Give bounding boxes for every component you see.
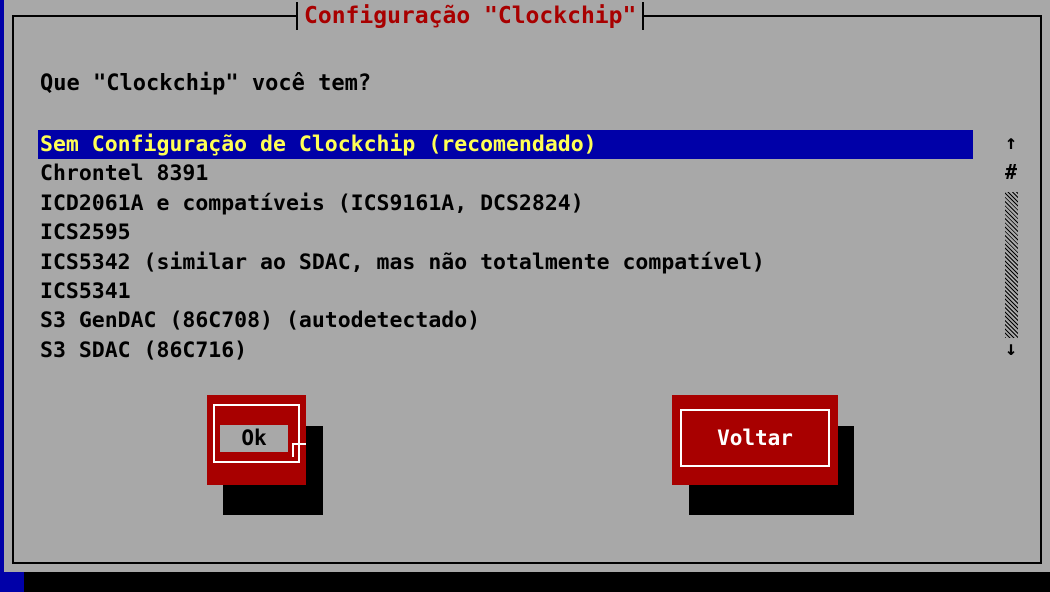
back-button[interactable]: Voltar	[672, 395, 838, 485]
scroll-down-arrow-icon[interactable]: ↓	[1002, 336, 1020, 360]
list-item-sem-configuracao[interactable]: Sem Configuração de Clockchip (recomenda…	[38, 130, 973, 160]
cursor-corner-icon	[292, 443, 306, 457]
scrollbar-track[interactable]	[1005, 192, 1018, 338]
list-item-chrontel-8391[interactable]: Chrontel 8391	[38, 159, 973, 188]
list-item-ics5342[interactable]: ICS5342 (similar ao SDAC, mas não totalm…	[38, 248, 973, 277]
scroll-up-arrow-icon[interactable]: ↑	[1002, 130, 1020, 154]
ok-button-label[interactable]: Ok	[220, 424, 288, 452]
list-item-ics2595[interactable]: ICS2595	[38, 218, 973, 247]
back-button-label[interactable]: Voltar	[680, 423, 830, 453]
list-item-ics5341[interactable]: ICS5341	[38, 277, 973, 306]
scroll-thumb-icon[interactable]: #	[1002, 160, 1020, 184]
dialog-shadow	[24, 572, 1050, 592]
dialog-title: Configuração "Clockchip"	[296, 2, 645, 30]
clockchip-list[interactable]: Sem Configuração de Clockchip (recomenda…	[38, 130, 973, 365]
dialog-prompt: Que "Clockchip" você tem?	[40, 71, 372, 96]
list-item-icd2061a[interactable]: ICD2061A e compatíveis (ICS9161A, DCS282…	[38, 189, 973, 218]
list-item-s3-gendac[interactable]: S3 GenDAC (86C708) (autodetectado)	[38, 306, 973, 335]
list-item-s3-sdac[interactable]: S3 SDAC (86C716)	[38, 336, 973, 365]
terminal-screen: Configuração "Clockchip" Que "Clockchip"…	[0, 0, 1050, 592]
